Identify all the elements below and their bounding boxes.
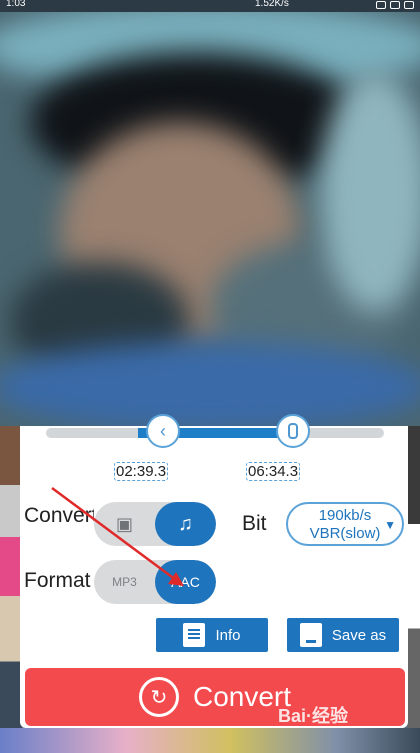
bitrate-select[interactable]: 190kb/s VBR(slow) ▼ [286,502,404,546]
info-button[interactable]: Info [156,618,268,652]
format-option-mp3[interactable]: MP3 [94,560,155,604]
status-time: 1:03 [6,0,26,9]
refresh-cycle-icon: ↻ [138,677,179,717]
download-icon [299,623,322,647]
chevron-left-icon: ‹ [160,420,166,441]
video-camera-icon: ▣ [115,513,133,534]
video-mode-option[interactable]: ▣ [94,502,155,546]
save-as-button-label: Save as [331,626,387,644]
bitrate-label: Bit [242,512,267,535]
battery-icon [404,1,414,9]
status-bar: 1:03 1.52K/s [0,0,420,12]
trim-end-handle[interactable] [276,414,310,448]
convert-mode-label: Convert [24,504,94,527]
wifi-icon [376,1,386,9]
convert-button-label: Convert [192,681,292,712]
status-icons [376,1,414,9]
network-speed: 1.52K/s [255,0,289,9]
baidu-watermark: Bai·经验 [278,706,349,726]
convert-mode-toggle[interactable]: ▣ ♫ [94,502,216,546]
trim-end-time: 06:34.3 [246,462,301,481]
format-option-aac[interactable]: AAC [155,560,216,604]
save-as-button[interactable]: Save as [287,618,399,652]
format-toggle[interactable]: MP3 AAC [94,560,216,604]
background-thumbnails-right [408,426,420,753]
background-thumbnails-left [0,426,22,753]
trim-start-handle[interactable]: ‹ [146,414,180,448]
format-label: Format [24,569,91,592]
grip-icon [288,423,298,439]
trim-slider[interactable]: ‹ [46,414,384,448]
audio-mode-option[interactable]: ♫ [155,502,216,546]
music-note-icon: ♫ [178,512,193,535]
video-preview[interactable] [0,12,420,426]
trim-start-time: 02:39.3 [114,462,169,481]
convert-panel: ‹ 02:39.3 06:34.3 Convert ▣ ♫ Bit 190kb/… [20,414,408,728]
background-thumbnails-bottom [0,728,420,753]
document-edit-icon [183,623,206,647]
signal-icon [390,1,400,9]
info-button-label: Info [215,626,241,644]
dropdown-caret-icon: ▼ [384,518,396,532]
